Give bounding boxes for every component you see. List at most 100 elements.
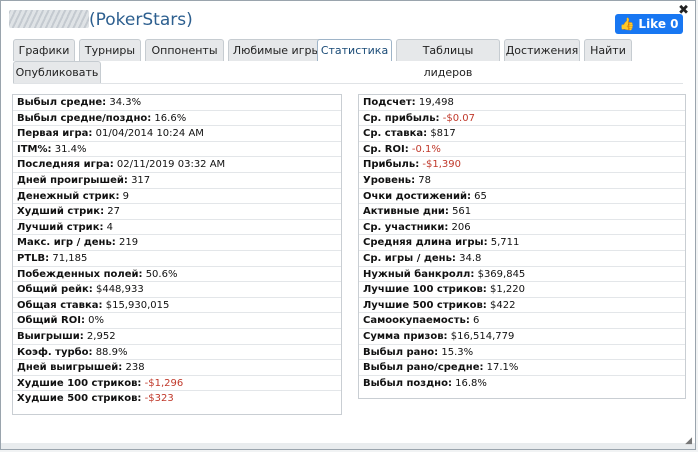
tab-favorite-games[interactable]: Любимые игры [228, 39, 325, 61]
stat-label: Последняя игра: [17, 159, 114, 171]
stat-value: 02/11/2019 03:32 AM [116, 159, 226, 171]
resize-grip-icon[interactable]: ◢ [685, 436, 692, 446]
stat-value: $817 [430, 128, 456, 140]
stat-value: 01/04/2014 10:24 AM [95, 128, 204, 140]
tab-search[interactable]: Найти [584, 39, 632, 61]
title-bar: (PokerStars) 👍 Like 0 ✖ [1, 1, 695, 39]
stat-label: Средняя длина игры: [363, 237, 488, 249]
stat-row: Общая ставка: $15,930,015 [13, 298, 341, 314]
stat-label: Худшие 100 стриков: [17, 377, 142, 389]
stat-value: 17.1% [486, 362, 519, 374]
stat-row: Выбыл средне/поздно: 16.6% [13, 111, 341, 127]
player-name: (PokerStars) [9, 10, 193, 30]
tab-opponents[interactable]: Оппоненты [145, 39, 224, 61]
stat-label: Лучшие 500 стриков: [363, 299, 487, 311]
stat-label: Ср. ставка: [363, 128, 428, 140]
stat-row: Побежденных полей: 50.6% [13, 267, 341, 283]
close-icon[interactable]: ✖ [678, 3, 689, 18]
stat-row: Ср. ставка: $817 [359, 126, 685, 142]
tab-label: Графики [18, 44, 70, 57]
stat-row: Выбыл средне: 34.3% [13, 95, 341, 111]
stat-row: Ср. прибыль: -$0.07 [359, 111, 685, 127]
stat-value: 2,952 [86, 330, 116, 342]
stat-value: 88.9% [95, 346, 128, 358]
stat-value: 9 [122, 190, 130, 202]
stat-value: 15.3% [441, 346, 474, 358]
stat-label: Макс. игр / день: [17, 237, 116, 249]
stat-label: Уровень: [363, 174, 416, 186]
stat-row: Сумма призов: $16,514,779 [359, 329, 685, 345]
stat-label: Подсчет: [363, 97, 416, 108]
stat-label: Общий рейк: [17, 284, 93, 296]
stat-row: Общий ROI: 0% [13, 313, 341, 329]
stat-value: 78 [418, 174, 432, 186]
stat-label: Очки достижений: [363, 190, 471, 202]
stat-row: Худшие 100 стриков: -$1,296 [13, 376, 341, 392]
stat-label: ITM%: [17, 143, 52, 155]
stat-row: Выбыл рано: 15.3% [359, 345, 685, 361]
stat-label: Сумма призов: [363, 330, 448, 342]
stat-row: Лучший стрик: 4 [13, 220, 341, 236]
stat-label: Общая ставка: [17, 299, 103, 311]
stat-row: Выбыл рано/средне: 17.1% [359, 360, 685, 376]
tab-tournaments[interactable]: Турниры [79, 39, 141, 61]
stat-value: 5,711 [490, 237, 520, 249]
stat-value: -$323 [144, 393, 174, 405]
stat-label: PTLB: [17, 252, 50, 264]
tab-label: Опубликовать [15, 66, 99, 79]
stat-label: Выбыл средне/поздно: [17, 112, 152, 124]
stat-row: Средняя длина игры: 5,711 [359, 235, 685, 251]
stat-value: 71,185 [52, 252, 88, 264]
tab-label: Турниры [84, 44, 136, 57]
stat-row: Общий рейк: $448,933 [13, 282, 341, 298]
stat-row: Уровень: 78 [359, 173, 685, 189]
stat-label: Первая игра: [17, 128, 93, 140]
stat-value: 27 [107, 206, 121, 218]
tab-divider [13, 83, 683, 84]
stat-value: 238 [125, 362, 145, 374]
tab-label: Найти [590, 44, 626, 57]
like-label: Like 0 [638, 17, 679, 31]
stat-label: Выбыл рано: [363, 346, 439, 358]
stat-label: Прибыль: [363, 159, 420, 171]
tab-label: Таблицы лидеров [422, 44, 474, 79]
stat-row: Дней выигрышей: 238 [13, 360, 341, 376]
stat-row: Дней проигрышей: 317 [13, 173, 341, 189]
tab-statistics[interactable]: Статистика [317, 39, 392, 61]
tab-publish[interactable]: Опубликовать [13, 61, 101, 83]
stat-label: Коэф. турбо: [17, 346, 93, 358]
tab-charts[interactable]: Графики [13, 39, 75, 61]
tab-label: Достижения [505, 44, 579, 57]
stat-label: Самоокупаемость: [363, 315, 470, 327]
stat-value: 561 [452, 206, 472, 218]
stat-value: 65 [474, 190, 487, 202]
stat-value: $15,930,015 [105, 299, 170, 311]
stat-row: Макс. игр / день: 219 [13, 235, 341, 251]
stat-value: 219 [118, 237, 139, 249]
stat-label: Активные дни: [363, 206, 449, 218]
stat-value: $369,845 [477, 268, 526, 280]
stat-row: Ср. участники: 206 [359, 220, 685, 236]
stat-value: 4 [106, 221, 114, 233]
tab-label: Оппоненты [151, 44, 218, 57]
stat-row: Худший стрик: 27 [13, 204, 341, 220]
stat-row: Ср. игры / день: 34.8 [359, 251, 685, 267]
stat-row: Выигрыши: 2,952 [13, 329, 341, 345]
stat-row: Самоокупаемость: 6 [359, 313, 685, 329]
thumbs-up-icon: 👍 [619, 17, 635, 31]
stat-value: 19,498 [418, 97, 454, 108]
stat-row: Последняя игра: 02/11/2019 03:32 AM [13, 157, 341, 173]
tab-label: Любимые игры [232, 44, 321, 57]
stat-row: Очки достижений: 65 [359, 189, 685, 205]
stat-row: Прибыль: -$1,390 [359, 157, 685, 173]
stat-label: Худшие 500 стриков: [17, 393, 142, 405]
stat-label: Ср. игры / день: [363, 252, 456, 264]
stat-label: Ср. участники: [363, 221, 449, 233]
stat-value: $1,220 [490, 284, 525, 296]
stat-row: Первая игра: 01/04/2014 10:24 AM [13, 126, 341, 142]
tab-achievements[interactable]: Достижения [504, 39, 580, 61]
stat-label: Дней проигрышей: [17, 174, 128, 186]
tab-leaderboards[interactable]: Таблицы лидеров [396, 39, 500, 79]
stat-value: -$1,296 [144, 377, 184, 389]
facebook-like-button[interactable]: 👍 Like 0 [615, 14, 683, 34]
